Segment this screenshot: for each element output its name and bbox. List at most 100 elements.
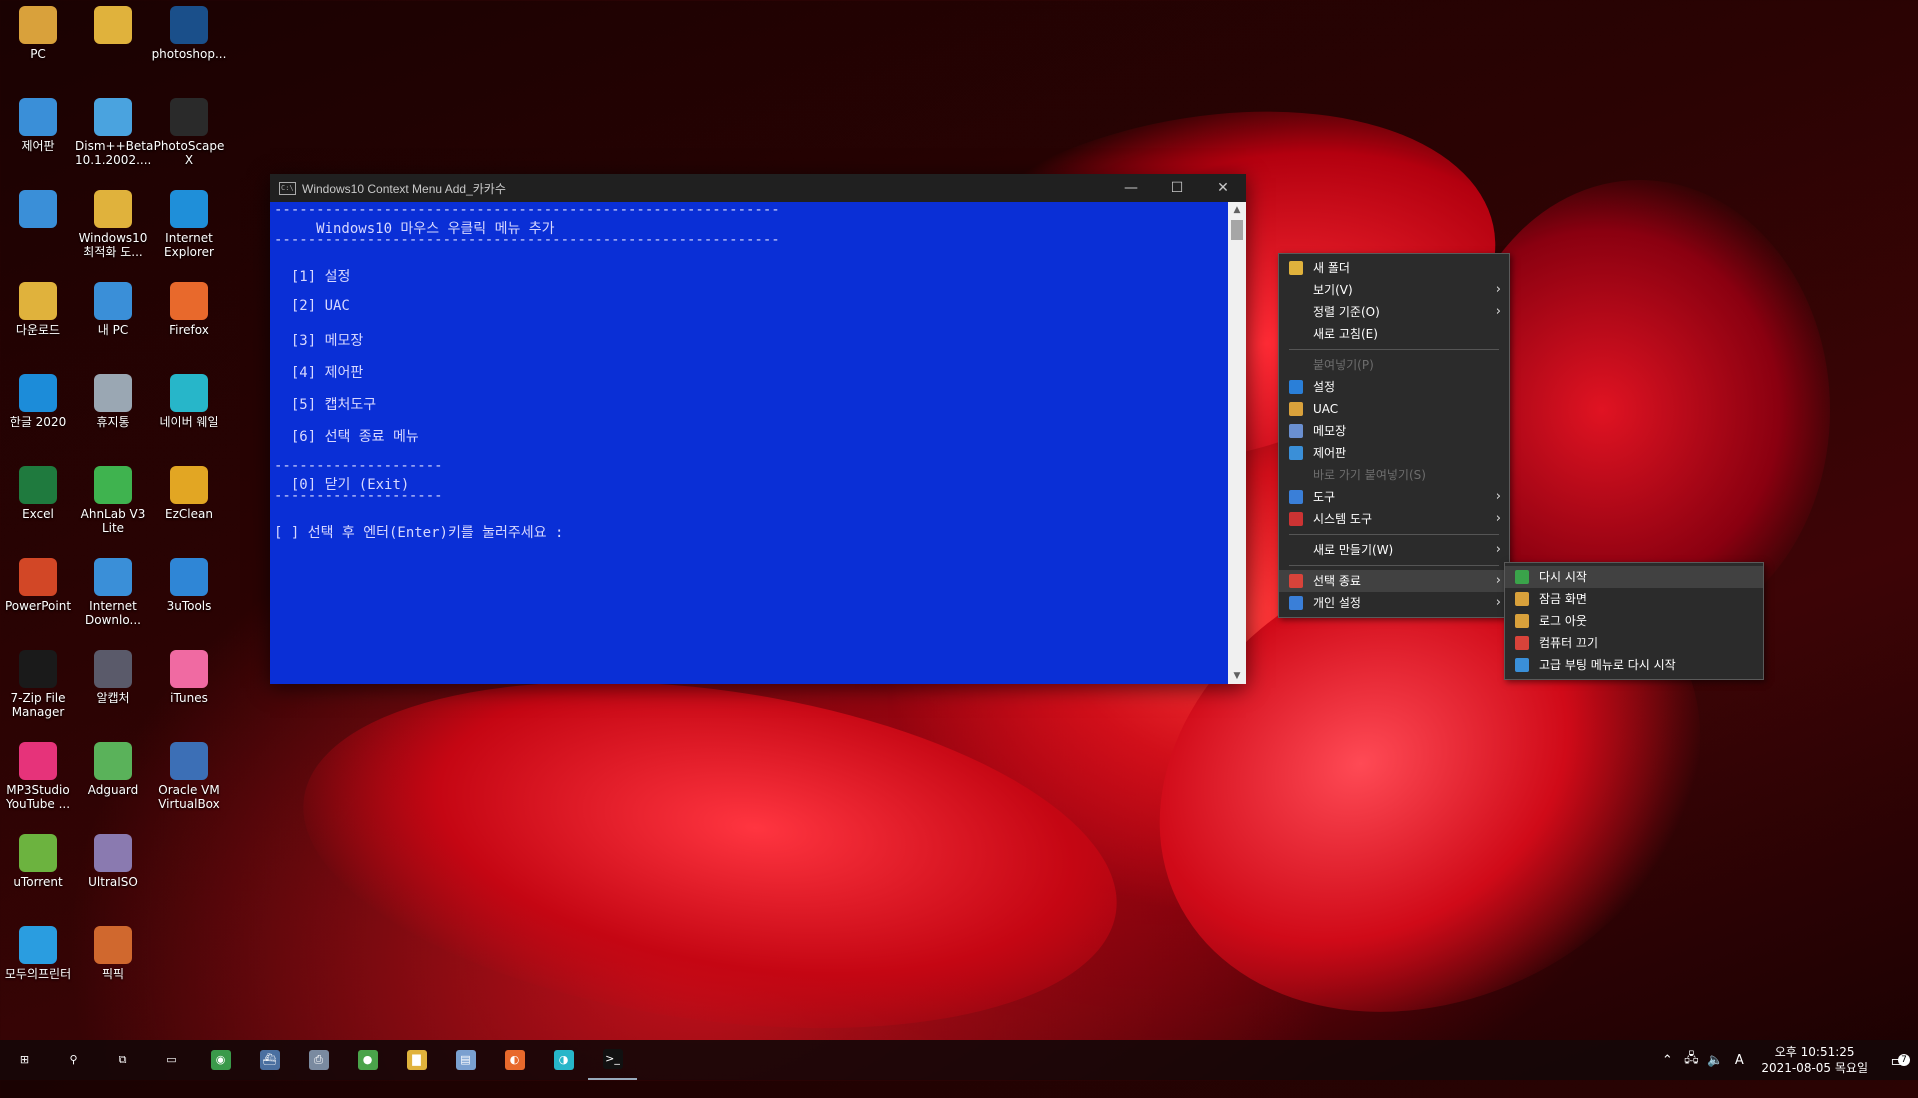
desktop-shortcut[interactable]: [75, 0, 151, 47]
desktop-shortcut[interactable]: iTunes: [151, 644, 227, 705]
taskbar-button[interactable]: ▤: [441, 1040, 490, 1080]
menu-item-label: 컴퓨터 끄기: [1539, 636, 1599, 650]
menu-item[interactable]: 메모장: [1279, 420, 1509, 442]
desktop-shortcut[interactable]: Firefox: [151, 276, 227, 337]
menu-item[interactable]: 새로 고침(E): [1279, 323, 1509, 345]
maximize-button[interactable]: ☐: [1154, 174, 1200, 202]
taskbar-button[interactable]: ▭: [147, 1040, 196, 1080]
desktop-shortcut[interactable]: PhotoScape X: [151, 92, 227, 167]
desktop-shortcut[interactable]: 네이버 웨일: [151, 368, 227, 429]
desktop-shortcut-label: Internet Explorer: [164, 231, 214, 259]
taskbar-button[interactable]: ⊞: [0, 1040, 49, 1080]
desktop-shortcut[interactable]: 7-Zip File Manager: [0, 644, 76, 719]
shutdown-submenu[interactable]: 다시 시작 잠금 화면 로그 아웃컴퓨터 끄기고급 부팅 메뉴로 다시 시작: [1504, 562, 1764, 680]
taskbar-button[interactable]: ◑: [539, 1040, 588, 1080]
scrollbar-thumb[interactable]: [1231, 220, 1243, 240]
desktop-shortcut[interactable]: Internet Downlo...: [75, 552, 151, 627]
menu-item[interactable]: 로그 아웃: [1505, 610, 1763, 632]
desktop-shortcut[interactable]: uTorrent: [0, 828, 76, 889]
taskbar-button[interactable]: ⛴: [245, 1040, 294, 1080]
desktop-context-menu[interactable]: 새 폴더 보기(V) › 정렬 기준(O) › 새로 고침(E) 붙여넣기(P) 설정 UAC 메…: [1278, 253, 1510, 618]
menu-item[interactable]: 컴퓨터 끄기: [1505, 632, 1763, 654]
taskbar-button[interactable]: ▇: [392, 1040, 441, 1080]
desktop-shortcut[interactable]: 휴지통: [75, 368, 151, 429]
menu-item[interactable]: 고급 부팅 메뉴로 다시 시작: [1505, 654, 1763, 676]
console-title: Windows10 Context Menu Add_카카수: [302, 181, 506, 196]
console-window[interactable]: C:\ Windows10 Context Menu Add_카카수 — ☐ ✕…: [270, 174, 1246, 684]
desktop-shortcut[interactable]: 모두의프린터: [0, 920, 76, 981]
scroll-up-icon[interactable]: ▲: [1228, 202, 1246, 218]
console-output[interactable]: -------------------- --------------------…: [270, 202, 1228, 684]
printer-icon: [19, 926, 57, 964]
close-button[interactable]: ✕: [1200, 174, 1246, 202]
menu-item[interactable]: 도구 ›: [1279, 486, 1509, 508]
scroll-down-icon[interactable]: ▼: [1228, 668, 1246, 684]
desktop-shortcut-label: photoshop...: [151, 47, 227, 61]
clock[interactable]: 오후 10:51:25 2021-08-05 목요일: [1751, 1044, 1878, 1076]
desktop-shortcut[interactable]: 내 PC: [75, 276, 151, 337]
desktop-shortcut[interactable]: 알캡처: [75, 644, 151, 705]
power-off-icon: [1515, 636, 1529, 650]
desktop-shortcut[interactable]: Dism++Beta 10.1.2002....: [75, 92, 153, 167]
menu-item[interactable]: UAC: [1279, 398, 1509, 420]
taskbar[interactable]: ⊞ ⚲ ⧉ ▭ ◉ ⛴ ⎙ ● ▇ ▤ ◐ ◑ >_ ⌃ 🖧 🔈 A 오후 10:51:25 2021-…: [0, 1040, 1918, 1080]
desktop-shortcut-label: 모두의프린터: [4, 967, 72, 981]
desktop-shortcut[interactable]: [0, 184, 76, 231]
taskbar-button[interactable]: ⚲: [49, 1040, 98, 1080]
menu-item[interactable]: 설정: [1279, 376, 1509, 398]
console-app-icon: C:\: [279, 181, 296, 195]
desktop-shortcut[interactable]: 3uTools: [151, 552, 227, 613]
desktop-shortcut[interactable]: Adguard: [75, 736, 151, 797]
taskbar-button[interactable]: ●: [343, 1040, 392, 1080]
desktop-shortcut[interactable]: 다운로드: [0, 276, 76, 337]
menu-item-label: 새로 고침(E): [1313, 327, 1378, 341]
desktop-shortcut[interactable]: EzClean: [151, 460, 227, 521]
taskbar-button[interactable]: >_: [588, 1040, 637, 1080]
desktop-shortcut[interactable]: PowerPoint: [0, 552, 76, 613]
desktop-shortcut-label: Adguard: [87, 783, 139, 797]
network-icon[interactable]: 🖧: [1679, 1049, 1703, 1071]
menu-item[interactable]: 제어판: [1279, 442, 1509, 464]
desktop-shortcut[interactable]: Excel: [0, 460, 76, 521]
console-taskbar-icon: >_: [602, 1049, 623, 1069]
desktop-shortcut[interactable]: UltraISO: [75, 828, 151, 889]
taskbar-button[interactable]: ⧉: [98, 1040, 147, 1080]
desktop-shortcut[interactable]: Internet Explorer: [151, 184, 227, 259]
console-scrollbar[interactable]: ▲ ▼: [1228, 202, 1246, 684]
chevron-right-icon: ›: [1495, 304, 1501, 319]
console-titlebar[interactable]: C:\ Windows10 Context Menu Add_카카수 — ☐ ✕: [270, 174, 1246, 202]
menu-item[interactable]: 다시 시작: [1505, 566, 1763, 588]
menu-item[interactable]: 선택 종료 ›: [1279, 570, 1509, 592]
show-hidden-icons-icon[interactable]: ⌃: [1655, 1053, 1679, 1068]
desktop-shortcut[interactable]: 한글 2020: [0, 368, 76, 429]
desktop-shortcut-label: uTorrent: [13, 875, 63, 889]
dism-icon: [94, 98, 132, 136]
volume-icon[interactable]: 🔈: [1703, 1053, 1727, 1068]
desktop-shortcut[interactable]: Oracle VM VirtualBox: [151, 736, 227, 811]
menu-item[interactable]: 시스템 도구 ›: [1279, 508, 1509, 530]
desktop-shortcut[interactable]: AhnLab V3 Lite: [75, 460, 151, 535]
ime-indicator[interactable]: A: [1727, 1053, 1751, 1068]
menu-item[interactable]: 잠금 화면: [1505, 588, 1763, 610]
menu-item[interactable]: 정렬 기준(O) ›: [1279, 301, 1509, 323]
taskbar-button[interactable]: ⎙: [294, 1040, 343, 1080]
desktop-shortcut[interactable]: MP3Studio YouTube ...: [0, 736, 76, 811]
desktop-shortcut[interactable]: 픽픽: [75, 920, 151, 981]
console-option-2: [2] UAC: [274, 298, 350, 314]
menu-item[interactable]: 새 폴더: [1279, 257, 1509, 279]
desktop-shortcut[interactable]: Windows10 최적화 도...: [75, 184, 151, 259]
system-tray[interactable]: ⌃ 🖧 🔈 A 오후 10:51:25 2021-08-05 목요일 ▭7: [1655, 1040, 1918, 1080]
menu-item[interactable]: 개인 설정 ›: [1279, 592, 1509, 614]
minimize-button[interactable]: —: [1108, 174, 1154, 202]
menu-item[interactable]: 새로 만들기(W) ›: [1279, 539, 1509, 561]
excel-icon: [19, 466, 57, 504]
desktop-shortcut[interactable]: PC: [0, 0, 76, 61]
desktop-shortcut[interactable]: 제어판: [0, 92, 76, 153]
taskbar-button[interactable]: ◉: [196, 1040, 245, 1080]
notification-center-icon[interactable]: ▭7: [1878, 1051, 1918, 1070]
file-explorer-icon: ▇: [406, 1050, 427, 1070]
search-icon: ⚲: [69, 1053, 78, 1066]
menu-item[interactable]: 보기(V) ›: [1279, 279, 1509, 301]
taskbar-button[interactable]: ◐: [490, 1040, 539, 1080]
desktop-shortcut[interactable]: photoshop...: [151, 0, 227, 61]
